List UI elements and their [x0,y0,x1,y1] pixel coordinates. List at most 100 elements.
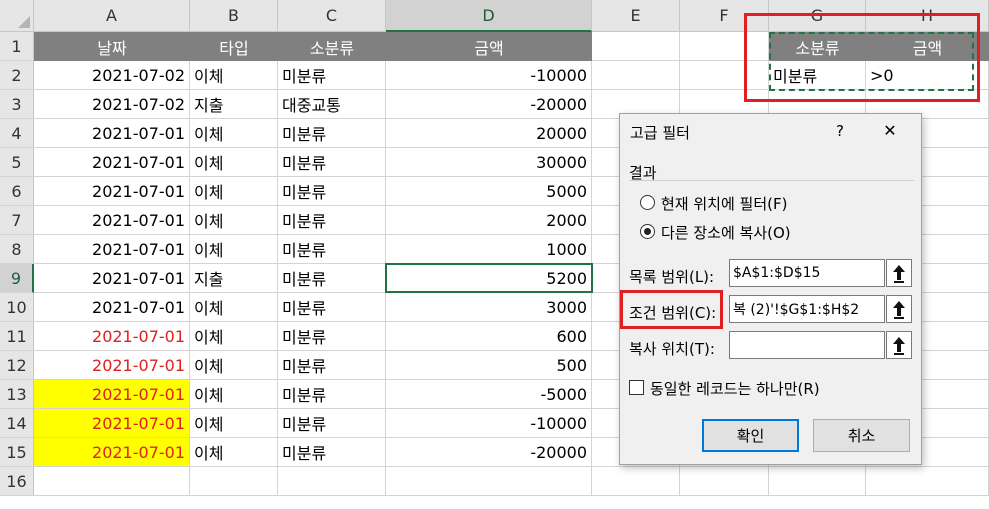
copy-to-radio[interactable] [640,224,655,239]
cell-e1[interactable] [592,32,680,61]
cell-a11[interactable]: 2021-07-01 [34,322,190,351]
cell-b5[interactable]: 이체 [190,148,278,177]
criteria-range-input[interactable]: 복 (2)'!$G$1:$H$2 [729,295,885,323]
column-header-b[interactable]: B [190,0,278,32]
cell-c12[interactable]: 미분류 [278,351,386,380]
cell-c4[interactable]: 미분류 [278,119,386,148]
close-icon[interactable]: ✕ [878,121,902,140]
cell-c16[interactable] [278,467,386,496]
cell-a6[interactable]: 2021-07-01 [34,177,190,206]
copy-to-collapse-button[interactable] [886,331,912,359]
cell-a14[interactable]: 2021-07-01 [34,409,190,438]
copy-to-label[interactable]: 다른 장소에 복사(O) [661,222,791,243]
row-header-4[interactable]: 4 [0,119,34,148]
cell-g16[interactable] [769,467,866,496]
cell-a5[interactable]: 2021-07-01 [34,148,190,177]
row-header-6[interactable]: 6 [0,177,34,206]
cell-b15[interactable]: 이체 [190,438,278,467]
cell-b16[interactable] [190,467,278,496]
cell-c7[interactable]: 미분류 [278,206,386,235]
cell-a2[interactable]: 2021-07-02 [34,61,190,90]
column-header-d[interactable]: D [386,0,592,32]
cell-a9[interactable]: 2021-07-01 [34,264,190,293]
column-header-c[interactable]: C [278,0,386,32]
row-header-16[interactable]: 16 [0,467,34,496]
table-header-subcat[interactable]: 소분류 [278,32,386,61]
cell-b8[interactable]: 이체 [190,235,278,264]
filter-in-place-label[interactable]: 현재 위치에 필터(F) [661,193,787,214]
cell-b3[interactable]: 지출 [190,90,278,119]
row-header-12[interactable]: 12 [0,351,34,380]
cell-c8[interactable]: 미분류 [278,235,386,264]
cell-b4[interactable]: 이체 [190,119,278,148]
ok-button[interactable]: 확인 [702,419,799,452]
cell-d7[interactable]: 2000 [386,206,592,235]
cell-b13[interactable]: 이체 [190,380,278,409]
cell-e2[interactable] [592,61,680,90]
cell-d13[interactable]: -5000 [386,380,592,409]
cell-a13[interactable]: 2021-07-01 [34,380,190,409]
cell-f16[interactable] [680,467,769,496]
row-header-9[interactable]: 9 [0,264,34,293]
cell-b11[interactable]: 이체 [190,322,278,351]
cell-a10[interactable]: 2021-07-01 [34,293,190,322]
table-header-amount[interactable]: 금액 [386,32,592,61]
cell-a4[interactable]: 2021-07-01 [34,119,190,148]
cell-b12[interactable]: 이체 [190,351,278,380]
cell-d16[interactable] [386,467,592,496]
cell-c14[interactable]: 미분류 [278,409,386,438]
row-header-14[interactable]: 14 [0,409,34,438]
row-header-11[interactable]: 11 [0,322,34,351]
cell-d5[interactable]: 30000 [386,148,592,177]
row-header-3[interactable]: 3 [0,90,34,119]
cell-d2[interactable]: -10000 [386,61,592,90]
cell-b9[interactable]: 지출 [190,264,278,293]
list-range-collapse-button[interactable] [886,259,912,287]
cell-d15[interactable]: -20000 [386,438,592,467]
copy-to-range-input[interactable] [729,331,885,359]
row-header-13[interactable]: 13 [0,380,34,409]
cell-a16[interactable] [34,467,190,496]
cell-a12[interactable]: 2021-07-01 [34,351,190,380]
cell-d14[interactable]: -10000 [386,409,592,438]
column-header-e[interactable]: E [592,0,680,32]
cell-b14[interactable]: 이체 [190,409,278,438]
cell-h16[interactable] [866,467,989,496]
cancel-button[interactable]: 취소 [813,419,910,452]
row-header-15[interactable]: 15 [0,438,34,467]
cell-a7[interactable]: 2021-07-01 [34,206,190,235]
row-header-5[interactable]: 5 [0,148,34,177]
row-header-8[interactable]: 8 [0,235,34,264]
unique-records-label[interactable]: 동일한 레코드는 하나만(R) [650,378,820,399]
cell-c3[interactable]: 대중교통 [278,90,386,119]
row-header-2[interactable]: 2 [0,61,34,90]
cell-c5[interactable]: 미분류 [278,148,386,177]
cell-a15[interactable]: 2021-07-01 [34,438,190,467]
table-header-date[interactable]: 날짜 [34,32,190,61]
row-header-10[interactable]: 10 [0,293,34,322]
filter-in-place-radio[interactable] [640,195,655,210]
cell-c9[interactable]: 미분류 [278,264,386,293]
cell-c13[interactable]: 미분류 [278,380,386,409]
cell-c6[interactable]: 미분류 [278,177,386,206]
row-header-1[interactable]: 1 [0,32,34,61]
cell-d3[interactable]: -20000 [386,90,592,119]
table-header-type[interactable]: 타입 [190,32,278,61]
column-header-a[interactable]: A [34,0,190,32]
cell-b7[interactable]: 이체 [190,206,278,235]
unique-records-checkbox[interactable] [629,380,644,395]
cell-a3[interactable]: 2021-07-02 [34,90,190,119]
cell-b10[interactable]: 이체 [190,293,278,322]
cell-d11[interactable]: 600 [386,322,592,351]
criteria-range-collapse-button[interactable] [886,295,912,323]
cell-c2[interactable]: 미분류 [278,61,386,90]
cell-b2[interactable]: 이체 [190,61,278,90]
active-cell-d9[interactable] [385,263,593,293]
cell-c11[interactable]: 미분류 [278,322,386,351]
cell-a8[interactable]: 2021-07-01 [34,235,190,264]
cell-d12[interactable]: 500 [386,351,592,380]
row-header-7[interactable]: 7 [0,206,34,235]
cell-c15[interactable]: 미분류 [278,438,386,467]
cell-c10[interactable]: 미분류 [278,293,386,322]
cell-d10[interactable]: 3000 [386,293,592,322]
